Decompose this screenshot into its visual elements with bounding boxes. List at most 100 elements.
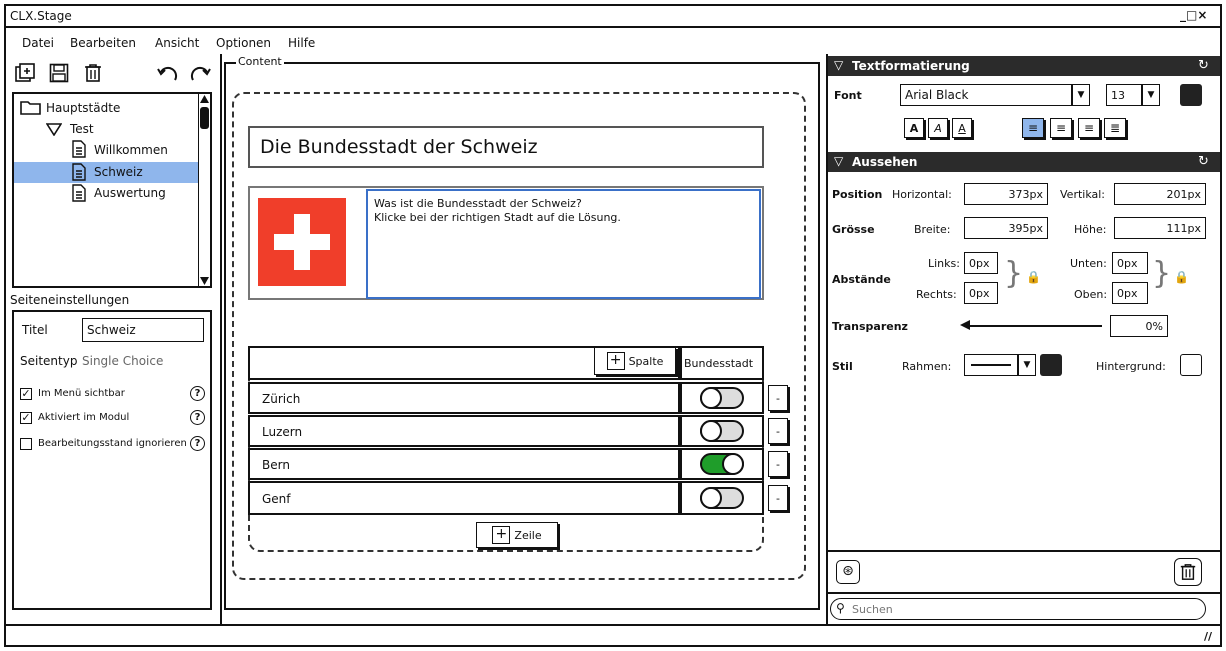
help-icon[interactable]: ? [190,410,205,425]
help-icon[interactable]: ? [190,436,205,451]
row-label[interactable]: Bern [262,458,290,472]
vertical-input[interactable]: 201px [1114,183,1206,205]
content-label: Content [236,55,284,68]
tree-item-willkommen[interactable]: Willkommen [94,143,168,157]
table-row [248,481,680,515]
undo-icon[interactable] [156,62,180,86]
bold-button[interactable]: A [904,118,924,138]
help-icon[interactable]: ? [190,386,205,401]
add-column-button[interactable]: + Spalte [594,347,676,375]
bottom-label: Unten: [1070,257,1107,270]
left-input[interactable]: 0px [964,252,998,274]
tree-item-schweiz[interactable]: Schweiz [94,165,143,179]
font-label: Font [834,89,862,102]
horizontal-input[interactable]: 373px [964,183,1048,205]
title-label: Titel [22,323,48,337]
toggle-switch[interactable] [700,420,744,442]
width-input[interactable]: 395px [964,217,1048,239]
size-dropdown-arrow[interactable]: ▼ [1142,84,1160,106]
right-input[interactable]: 0px [964,282,998,304]
add-column-label: Spalte [628,354,664,368]
heading-text: Die Bundesstadt der Schweiz [260,136,538,158]
font-dropdown-arrow[interactable]: ▼ [1072,84,1090,106]
checkbox-menu-visible[interactable]: ✓ [20,388,32,400]
help-globe-icon[interactable]: ⊛ [836,560,860,584]
top-label: Oben: [1074,288,1108,301]
border-style-select[interactable] [964,354,1018,376]
window-controls[interactable]: _□× [1180,8,1207,22]
row-label[interactable]: Luzern [262,425,302,439]
checkbox-menu-visible-label: Im Menü sichtbar [38,388,125,399]
align-left-icon[interactable]: ≡ [1022,118,1044,138]
window-title: CLX.Stage [10,9,72,23]
appearance-title: Aussehen [852,155,918,169]
scroll-thumb[interactable] [200,107,209,129]
italic-button[interactable]: A [928,118,948,138]
folder-icon [20,99,42,115]
menu-ansicht[interactable]: Ansicht [155,36,199,50]
link-bracket-icon: } [1152,256,1172,291]
size-label: Grösse [832,223,875,236]
expand-triangle-icon[interactable] [46,122,62,136]
background-color-swatch[interactable] [1180,354,1202,376]
toggle-switch[interactable] [700,387,744,409]
remove-row-button[interactable]: - [768,485,788,511]
trash-icon[interactable] [1174,558,1202,586]
add-row-button[interactable]: + Zeile [476,522,558,548]
bottom-input[interactable]: 0px [1112,252,1148,274]
font-select[interactable]: Arial Black [900,84,1072,106]
toggle-knob [700,487,722,509]
tree-folder-label[interactable]: Test [70,122,94,136]
underline-button[interactable]: A [952,118,972,138]
position-label: Position [832,188,883,201]
align-right-icon[interactable]: ≡ [1078,118,1100,138]
tree-item-auswertung[interactable]: Auswertung [94,186,166,200]
remove-row-button[interactable]: - [768,385,788,411]
refresh-icon[interactable]: ↻ [1198,154,1209,169]
lock-icon[interactable]: 🔒 [1026,270,1041,284]
menu-datei[interactable]: Datei [22,36,54,50]
row-label[interactable]: Genf [262,492,291,506]
row-label[interactable]: Zürich [262,392,300,406]
page-icon [72,163,86,181]
add-row-label: Zeile [514,528,542,542]
border-label: Rahmen: [902,360,952,373]
align-justify-icon[interactable]: ≣ [1104,118,1126,138]
page-icon [72,140,86,158]
height-input[interactable]: 111px [1114,217,1206,239]
toggle-switch[interactable] [700,487,744,509]
new-page-icon[interactable] [14,62,36,84]
align-center-icon[interactable]: ≡ [1050,118,1072,138]
page-icon [72,184,86,202]
tree-root-label[interactable]: Hauptstädte [46,101,120,115]
text-format-title: Textformatierung [852,59,970,73]
title-input[interactable]: Schweiz [82,318,204,342]
transparency-slider-track[interactable] [964,325,1102,327]
collapse-triangle-icon[interactable]: ▽ [834,154,843,168]
menu-hilfe[interactable]: Hilfe [288,36,315,50]
trash-icon[interactable] [82,62,104,84]
menu-bearbeiten[interactable]: Bearbeiten [70,36,136,50]
resize-grip-icon[interactable]: // [1204,630,1212,643]
save-icon[interactable] [48,62,70,84]
remove-row-button[interactable]: - [768,451,788,477]
border-color-swatch[interactable] [1040,354,1062,376]
transparency-input[interactable]: 0% [1110,315,1168,337]
checkbox-ignore-state[interactable] [20,438,32,450]
checkbox-active-module[interactable]: ✓ [20,412,32,424]
remove-row-button[interactable]: - [768,418,788,444]
background-label: Hintergrund: [1096,360,1166,373]
table-row [248,415,680,447]
redo-icon[interactable] [188,62,212,86]
collapse-triangle-icon[interactable]: ▽ [834,58,843,72]
flag-cross-horizontal [274,234,330,250]
column-header-label: Bundesstadt [684,357,754,370]
font-size-select[interactable]: 13 [1106,84,1142,106]
lock-icon[interactable]: 🔒 [1174,270,1189,284]
refresh-icon[interactable]: ↻ [1198,58,1209,73]
top-input[interactable]: 0px [1112,282,1148,304]
toggle-switch[interactable] [700,453,744,475]
text-color-swatch[interactable] [1180,84,1202,106]
border-dropdown-arrow[interactable]: ▼ [1018,354,1036,376]
menu-optionen[interactable]: Optionen [216,36,271,50]
